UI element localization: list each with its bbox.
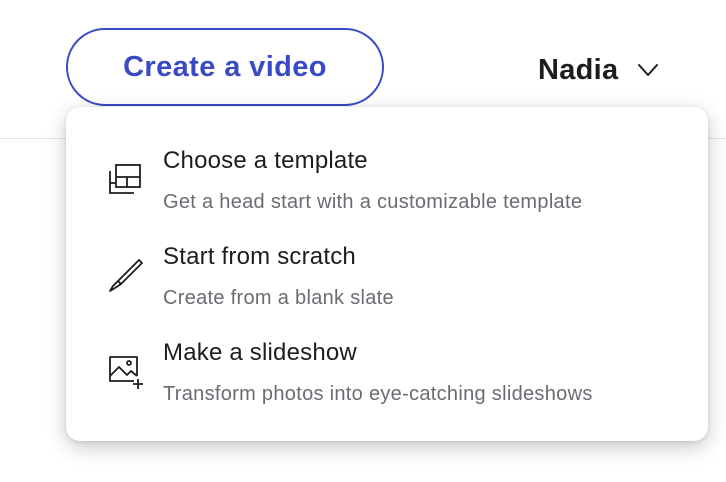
menu-item-make-slideshow[interactable]: Make a slideshow Transform photos into e… bbox=[66, 299, 708, 405]
chevron-down-icon bbox=[638, 64, 659, 76]
menu-item-title: Choose a template bbox=[163, 147, 368, 174]
create-video-dropdown: Choose a template Get a head start with … bbox=[66, 107, 708, 441]
menu-item-description: Transform photos into eye-catching slide… bbox=[163, 383, 593, 405]
menu-item-choose-template[interactable]: Choose a template Get a head start with … bbox=[66, 107, 708, 213]
menu-item-title: Start from scratch bbox=[163, 243, 356, 270]
menu-item-title: Make a slideshow bbox=[163, 339, 357, 366]
menu-item-start-from-scratch[interactable]: Start from scratch Create from a blank s… bbox=[66, 203, 708, 309]
user-name: Nadia bbox=[538, 53, 619, 86]
pencil-icon bbox=[109, 259, 143, 292]
template-icon bbox=[109, 164, 141, 194]
user-menu[interactable]: Nadia bbox=[538, 50, 660, 90]
add-image-icon bbox=[109, 356, 143, 389]
create-video-button[interactable]: Create a video bbox=[66, 28, 384, 106]
